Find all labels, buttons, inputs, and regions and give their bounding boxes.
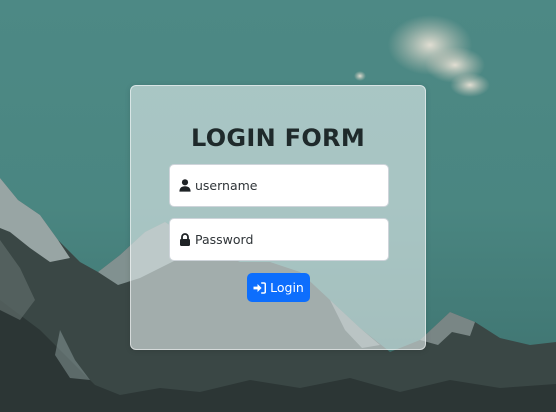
username-field-group[interactable]: [169, 164, 389, 207]
login-button-label: Login: [270, 280, 304, 295]
password-input[interactable]: [195, 224, 385, 255]
username-input[interactable]: [195, 170, 385, 201]
sign-in-icon: [253, 281, 267, 294]
password-field-group[interactable]: [169, 218, 389, 261]
user-icon: [179, 179, 191, 192]
lock-icon: [180, 233, 190, 246]
login-card: LOGIN FORM Login: [130, 85, 426, 350]
login-button[interactable]: Login: [247, 273, 310, 302]
page-title: LOGIN FORM: [190, 124, 366, 152]
